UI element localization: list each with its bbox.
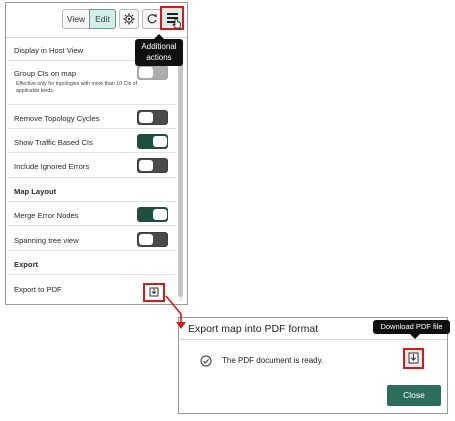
divider xyxy=(8,152,176,153)
panel-scrollbar[interactable] xyxy=(178,39,183,301)
refresh-button[interactable] xyxy=(142,9,162,29)
group-cis-note: Effective only for topologies with more … xyxy=(16,81,138,94)
export-to-pdf-button[interactable] xyxy=(143,283,165,302)
view-button[interactable]: View xyxy=(62,9,90,29)
edit-button[interactable]: Edit xyxy=(89,9,116,29)
merge-error-nodes-toggle[interactable] xyxy=(137,207,168,222)
close-button[interactable]: Close xyxy=(387,385,441,406)
divider xyxy=(8,104,176,105)
tooltip-line: actions xyxy=(146,53,172,62)
panel-toolbar: View Edit xyxy=(6,3,187,38)
export-heading: Export xyxy=(14,260,39,269)
download-icon xyxy=(408,352,419,364)
refresh-icon xyxy=(147,13,157,24)
additional-actions-tooltip: Additional actions xyxy=(135,34,183,66)
export-icon xyxy=(149,287,159,297)
divider xyxy=(8,177,176,178)
check-circle-icon xyxy=(200,355,212,367)
spanning-tree-view-toggle[interactable] xyxy=(137,232,168,247)
dialog-title: Export map into PDF format xyxy=(188,323,319,335)
map-layout-heading: Map Layout xyxy=(14,187,57,196)
divider xyxy=(8,128,176,129)
additional-actions-button[interactable] xyxy=(160,6,184,30)
ready-message: The PDF document is ready. xyxy=(222,356,324,365)
download-pdf-button[interactable] xyxy=(403,348,424,369)
divider xyxy=(8,201,176,202)
include-ignored-errors-toggle[interactable] xyxy=(137,158,168,173)
settings-button[interactable] xyxy=(119,9,139,29)
gear-icon xyxy=(123,13,135,25)
tooltip-line: Additional xyxy=(141,42,177,51)
scrollbar-thumb[interactable] xyxy=(178,59,183,297)
divider xyxy=(179,339,447,340)
group-cis-on-map-toggle[interactable] xyxy=(137,65,168,80)
divider xyxy=(8,225,176,226)
cursor-hand-icon xyxy=(172,18,181,29)
divider xyxy=(8,250,176,251)
download-pdf-tooltip: Download PDF file xyxy=(373,320,450,339)
show-traffic-based-cis-toggle[interactable] xyxy=(137,134,168,149)
divider xyxy=(8,274,176,275)
remove-topology-cycles-toggle[interactable] xyxy=(137,110,168,125)
